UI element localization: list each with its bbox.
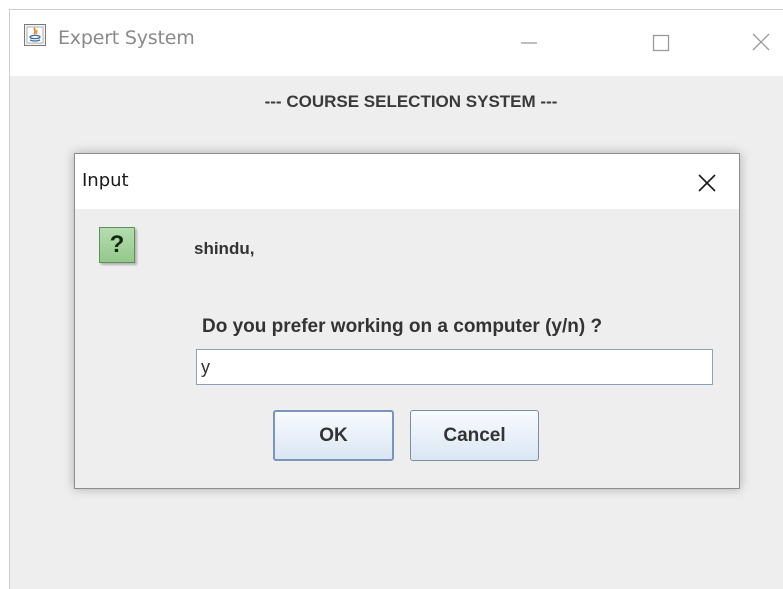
dialog-titlebar[interactable]: Input [75, 154, 739, 209]
ok-button[interactable]: OK [273, 410, 394, 461]
question-glyph: ? [109, 231, 125, 258]
course-selection-header: --- COURSE SELECTION SYSTEM --- [264, 92, 558, 111]
expert-system-window: Expert System --- COURSE SELECTION SYSTE… [9, 9, 783, 589]
question-icon: ? [99, 227, 135, 263]
maximize-icon[interactable] [638, 18, 684, 62]
question-prompt: Do you prefer working on a computer (y/n… [202, 316, 603, 337]
close-icon[interactable] [689, 166, 725, 200]
answer-input[interactable] [196, 349, 713, 385]
dialog-title: Input [82, 170, 129, 191]
cancel-button[interactable]: Cancel [410, 410, 539, 461]
window-titlebar[interactable]: Expert System [10, 10, 783, 76]
minimize-icon[interactable] [506, 18, 552, 62]
java-icon [24, 24, 46, 46]
close-icon[interactable] [738, 18, 783, 62]
input-dialog: Input ? shindu, Do you prefer working on… [74, 153, 740, 489]
window-title: Expert System [58, 27, 195, 49]
user-name-label: shindu, [194, 239, 255, 258]
